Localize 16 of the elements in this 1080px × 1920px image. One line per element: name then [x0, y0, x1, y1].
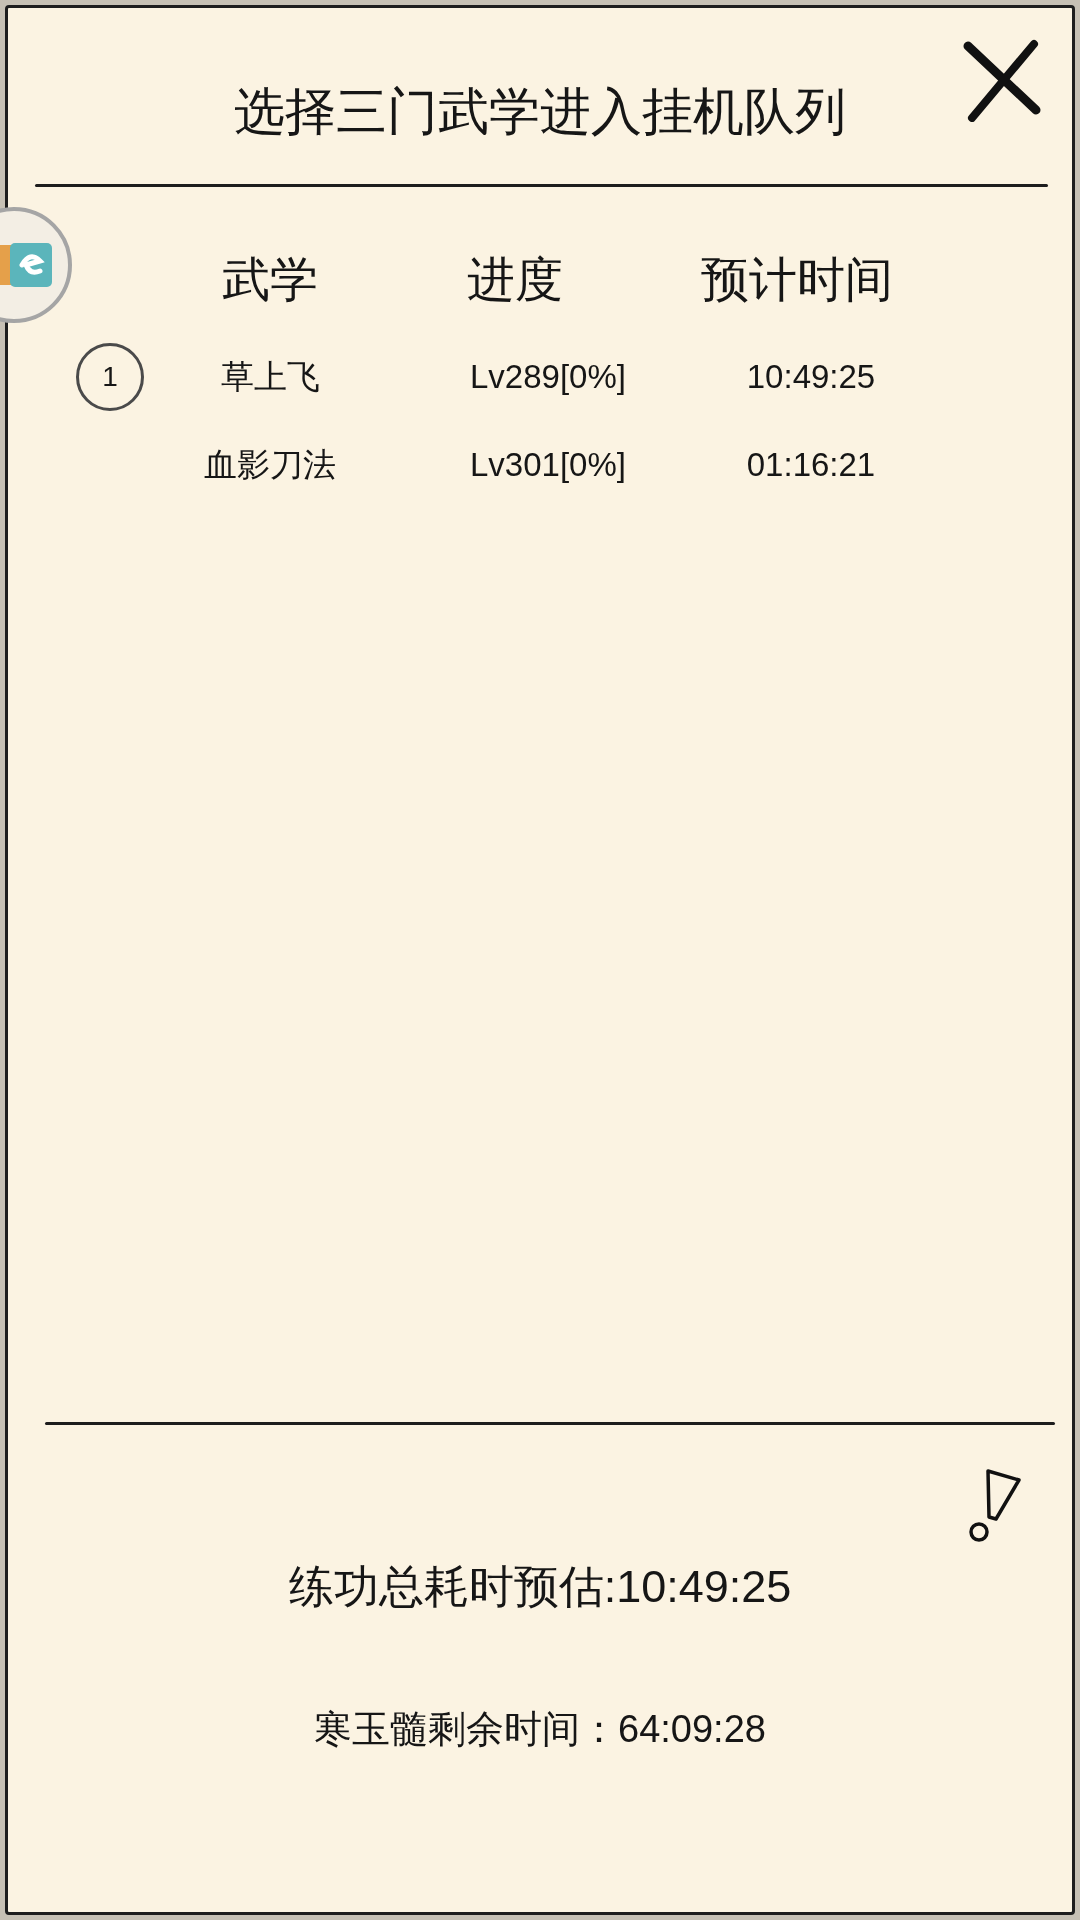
column-header: 预计时间: [700, 252, 894, 308]
skill-level: Lv301[0%]: [470, 445, 626, 486]
close-icon: [962, 38, 1042, 122]
exclamation-icon[interactable]: [966, 1467, 1022, 1545]
estimated-time: 01:16:21: [746, 445, 876, 486]
column-header: 进度: [466, 252, 564, 308]
column-header: 武学: [221, 252, 319, 308]
skill-name: 血影刀法: [204, 445, 336, 486]
close-button[interactable]: [962, 38, 1042, 122]
skill-name: 草上飞: [220, 357, 320, 398]
skill-level: Lv289[0%]: [470, 357, 626, 398]
remaining-time: 寒玉髓剩余时间：64:09:28: [314, 1707, 766, 1752]
queue-number-marker: 1: [76, 343, 144, 411]
estimated-time: 10:49:25: [746, 357, 876, 398]
dialog-title: 选择三门武学进入挂机队列: [234, 82, 846, 142]
total-time-estimate: 练功总耗时预估:10:49:25: [288, 1560, 792, 1614]
